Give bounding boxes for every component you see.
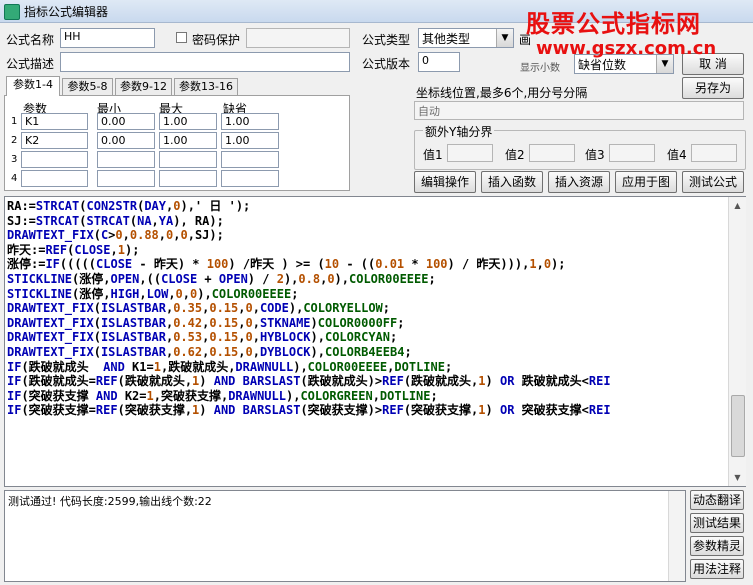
param-2-default[interactable]: 1.00: [221, 132, 279, 149]
dynamic-translate-button[interactable]: 动态翻译: [690, 490, 744, 510]
axis-input[interactable]: 自动: [414, 101, 744, 120]
param-1-max[interactable]: 1.00: [159, 113, 217, 130]
version-label: 公式版本: [362, 57, 411, 71]
value-2-input[interactable]: [529, 144, 575, 162]
editor-scrollbar[interactable]: ▲ ▼: [728, 197, 746, 486]
scroll-down-icon[interactable]: ▼: [729, 469, 746, 486]
usage-notes-button[interactable]: 用法注释: [690, 559, 744, 579]
display-label: 显示小数: [520, 63, 560, 74]
param-4-default[interactable]: [221, 170, 279, 187]
param-2-max[interactable]: 1.00: [159, 132, 217, 149]
test-message: 测试通过! 代码长度:2599,输出线个数:22: [8, 495, 212, 508]
axis-label: 坐标线位置,最多6个,用分号分隔: [416, 86, 588, 100]
type-select-value: 其他类型: [422, 32, 471, 46]
apply-to-chart-button[interactable]: 应用于图: [615, 171, 677, 193]
param-4-max[interactable]: [159, 170, 217, 187]
extra-y-axis-title: 额外Y轴分界: [423, 123, 495, 140]
formula-name-input[interactable]: HH: [60, 28, 155, 48]
test-result-button[interactable]: 测试结果: [690, 513, 744, 533]
chevron-down-icon: ▼: [496, 29, 513, 47]
app-icon: [4, 4, 20, 20]
code-line: STICKLINE(涨停,HIGH,LOW,0,0),COLOR00EEEE;: [7, 286, 299, 301]
param-2-min[interactable]: 0.00: [97, 132, 155, 149]
insert-resource-button[interactable]: 插入资源: [548, 171, 610, 193]
value-1-input[interactable]: [447, 144, 493, 162]
code-line: STICKLINE(涨停,OPEN,((CLOSE + OPEN) / 2),0…: [7, 271, 436, 286]
value-1-label: 值1: [423, 148, 443, 162]
extra-y-axis-group: 额外Y轴分界 值1 值2 值3 值4: [414, 123, 746, 170]
value-2-label: 值2: [505, 148, 525, 162]
watermark-url: www.gszx.com.cn: [536, 38, 717, 59]
scroll-up-icon[interactable]: ▲: [729, 197, 746, 214]
watermark-title: 股票公式指标网: [526, 10, 701, 38]
test-formula-button[interactable]: 测试公式: [682, 171, 744, 193]
code-line: 昨天:=REF(CLOSE,1);: [7, 242, 140, 257]
code-editor[interactable]: RA:=STRCAT(CON2STR(DAY,0),' 日 '); SJ:=STR…: [4, 196, 746, 487]
password-input[interactable]: [246, 28, 350, 48]
code-line: IF(突破获支撑 AND K2=1,突破获支撑,DRAWNULL),COLORG…: [7, 388, 438, 403]
desc-label: 公式描述: [6, 57, 55, 71]
param-1-default[interactable]: 1.00: [221, 113, 279, 130]
params-panel: 参数 最小 最大 缺省 1 K1 0.00 1.00 1.00 2 K2 0.0…: [4, 95, 350, 191]
param-1-min[interactable]: 0.00: [97, 113, 155, 130]
param-4-min[interactable]: [97, 170, 155, 187]
code-line: RA:=STRCAT(CON2STR(DAY,0),' 日 ');: [7, 199, 251, 213]
code-line: IF(突破获支撑=REF(突破获支撑,1) AND BARSLAST(突破获支撑…: [7, 403, 611, 418]
value-4-input[interactable]: [691, 144, 737, 162]
param-row-number: 4: [11, 173, 18, 184]
param-row-number: 3: [11, 154, 18, 165]
type-label: 公式类型: [362, 33, 411, 47]
value-3-input[interactable]: [609, 144, 655, 162]
code-line: IF(跌破就成头 AND K1=1,跌破就成头,DRAWNULL),COLOR0…: [7, 359, 453, 374]
code-line: DRAWTEXT_FIX(ISLASTBAR,0.53,0.15,0,HYBLO…: [7, 330, 398, 345]
param-3-min[interactable]: [97, 151, 155, 168]
insert-function-button[interactable]: 插入函数: [481, 171, 543, 193]
code-line: DRAWTEXT_FIX(ISLASTBAR,0.42,0.15,0,STKNA…: [7, 315, 405, 330]
name-label: 公式名称: [6, 33, 55, 47]
save-as-button[interactable]: 另存为: [682, 77, 744, 99]
param-wizard-button[interactable]: 参数精灵: [690, 536, 744, 556]
password-label: 密码保护: [192, 33, 241, 47]
param-3-default[interactable]: [221, 151, 279, 168]
tab-params-1-4[interactable]: 参数1-4: [6, 76, 60, 96]
code-line: DRAWTEXT_FIX(ISLASTBAR,0.62,0.15,0,DYBLO…: [7, 344, 412, 359]
scroll-thumb[interactable]: [731, 395, 745, 457]
code-line: SJ:=STRCAT(STRCAT(NA,YA), RA);: [7, 213, 224, 228]
param-row-number: 2: [11, 135, 18, 146]
code-text[interactable]: RA:=STRCAT(CON2STR(DAY,0),' 日 '); SJ:=STR…: [7, 199, 727, 418]
param-3-name[interactable]: [21, 151, 88, 168]
decimal-select-value: 缺省位数: [578, 58, 627, 72]
message-scrollbar[interactable]: [668, 491, 685, 581]
param-2-name[interactable]: K2: [21, 132, 88, 149]
code-line: DRAWTEXT_FIX(ISLASTBAR,0.35,0.15,0,CODE)…: [7, 301, 391, 316]
type-select[interactable]: 其他类型 ▼: [418, 28, 514, 48]
message-area[interactable]: 测试通过! 代码长度:2599,输出线个数:22: [4, 490, 686, 582]
tab-params-13-16[interactable]: 参数13-16: [174, 78, 238, 95]
tab-params-9-12[interactable]: 参数9-12: [115, 78, 172, 95]
code-line: IF(跌破就成头=REF(跌破就成头,1) AND BARSLAST(跌破就成头…: [7, 374, 611, 389]
password-checkbox[interactable]: [176, 32, 187, 43]
window-title: 指标公式编辑器: [24, 5, 109, 19]
param-1-name[interactable]: K1: [21, 113, 88, 130]
code-line: 涨停:=IF(((((CLOSE - 昨天) * 100) /昨天 ) >= (…: [7, 257, 566, 272]
param-3-max[interactable]: [159, 151, 217, 168]
param-row-number: 1: [11, 116, 18, 127]
version-input[interactable]: 0: [418, 52, 460, 72]
value-4-label: 值4: [667, 148, 687, 162]
tab-params-5-8[interactable]: 参数5-8: [62, 78, 113, 95]
value-3-label: 值3: [585, 148, 605, 162]
edit-ops-button[interactable]: 编辑操作: [414, 171, 476, 193]
formula-desc-input[interactable]: [60, 52, 350, 72]
code-line: DRAWTEXT_FIX(C>0,0.88,0,0,SJ);: [7, 228, 224, 243]
param-4-name[interactable]: [21, 170, 88, 187]
